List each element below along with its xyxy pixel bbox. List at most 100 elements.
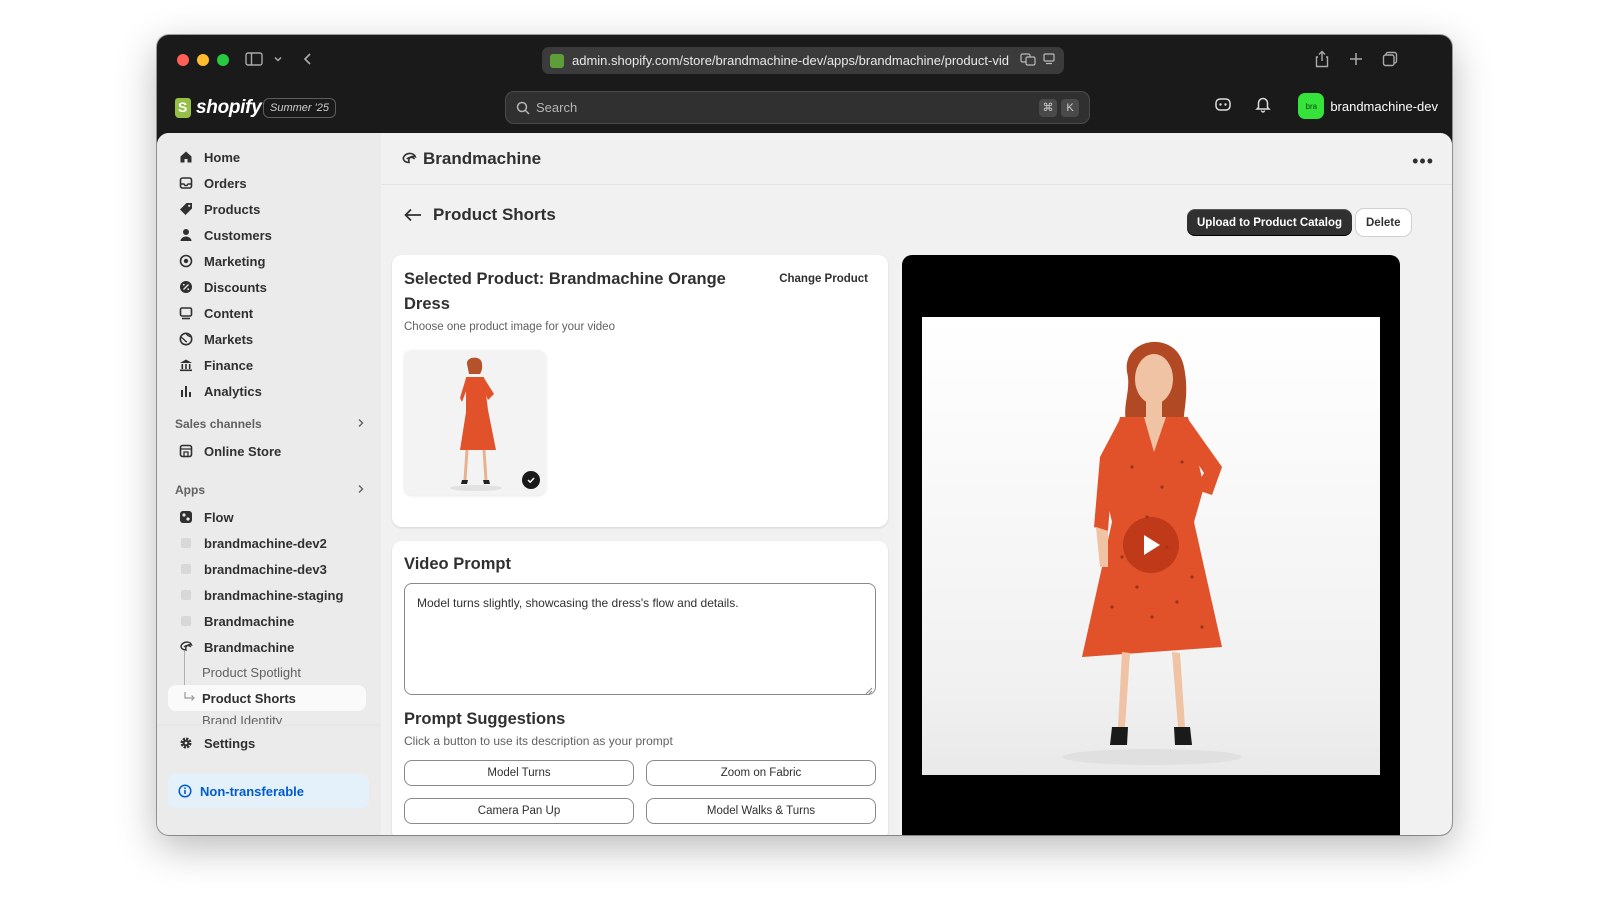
back-arrow-icon[interactable] bbox=[403, 208, 423, 222]
chevron-down-icon[interactable] bbox=[267, 48, 289, 70]
store-name[interactable]: brandmachine-dev bbox=[1330, 99, 1438, 114]
selected-check-icon bbox=[522, 471, 540, 489]
tree-branch-icon bbox=[184, 690, 196, 705]
sidebar-item-content[interactable]: Content bbox=[168, 300, 366, 326]
discount-icon bbox=[178, 279, 194, 295]
page-title: Product Shorts bbox=[433, 205, 556, 224]
play-button[interactable] bbox=[1123, 517, 1179, 573]
sidebar-item-marketing[interactable]: Marketing bbox=[168, 248, 366, 274]
video-prompt-textarea[interactable]: Model turns slightly, showcasing the dre… bbox=[404, 583, 876, 695]
selected-product-card: Selected Product: Brandmachine Orange Dr… bbox=[392, 255, 888, 527]
sidebar-toggle-icon[interactable] bbox=[243, 48, 265, 70]
minimize-window-button[interactable] bbox=[197, 54, 209, 66]
browser-toolbar: admin.shopify.com/store/brandmachine-dev… bbox=[157, 35, 1452, 83]
home-icon bbox=[178, 149, 194, 165]
sidebar-item-home[interactable]: Home bbox=[168, 144, 366, 170]
tab-overview-icon[interactable] bbox=[1379, 48, 1401, 70]
sidebar-item-product-shorts[interactable]: Product Shorts bbox=[168, 685, 366, 711]
bank-icon bbox=[178, 357, 194, 373]
resize-handle-icon[interactable] bbox=[865, 684, 873, 695]
globe-icon bbox=[178, 331, 194, 347]
window-controls bbox=[177, 54, 229, 66]
edition-badge[interactable]: Summer '25 bbox=[263, 98, 336, 118]
gear-icon bbox=[178, 735, 194, 751]
video-prompt-title: Video Prompt bbox=[404, 555, 511, 573]
sidebar-item-settings[interactable]: Settings bbox=[168, 730, 366, 756]
sidebar-item-finance[interactable]: Finance bbox=[168, 352, 366, 378]
bell-icon[interactable] bbox=[1254, 95, 1272, 118]
video-frame bbox=[922, 317, 1380, 775]
new-tab-icon[interactable] bbox=[1345, 48, 1367, 70]
sidebar: Home Orders Products Customers Marketing… bbox=[157, 133, 381, 835]
chevron-right-icon bbox=[357, 483, 365, 497]
page-header: Product Shorts bbox=[403, 205, 556, 225]
search-input[interactable]: Search ⌘ K bbox=[505, 91, 1090, 124]
apps-section[interactable]: Apps bbox=[175, 483, 365, 497]
back-icon[interactable] bbox=[297, 48, 319, 70]
content-icon bbox=[178, 305, 194, 321]
search-placeholder: Search bbox=[536, 100, 578, 115]
sidebar-item-brandmachine-dev2[interactable]: brandmachine-dev2 bbox=[168, 530, 366, 556]
share-icon[interactable] bbox=[1311, 48, 1333, 70]
prompt-suggestions-title: Prompt Suggestions bbox=[404, 710, 566, 728]
sidebar-item-customers[interactable]: Customers bbox=[168, 222, 366, 248]
product-image-hint: Choose one product image for your video bbox=[404, 321, 615, 333]
app-header: Brandmachine ••• bbox=[381, 133, 1452, 185]
delete-button[interactable]: Delete bbox=[1356, 209, 1411, 236]
sidebar-item-markets[interactable]: Markets bbox=[168, 326, 366, 352]
tag-icon bbox=[178, 201, 194, 217]
suggestion-camera-pan-up[interactable]: Camera Pan Up bbox=[404, 798, 634, 824]
sidebar-item-flow[interactable]: Flow bbox=[168, 504, 366, 530]
reader-icon[interactable] bbox=[1042, 52, 1056, 69]
search-icon bbox=[516, 101, 530, 115]
more-actions-icon[interactable]: ••• bbox=[1412, 151, 1434, 172]
prompt-suggestions-hint: Click a button to use its description as… bbox=[404, 734, 673, 748]
change-product-button[interactable]: Change Product bbox=[779, 273, 868, 285]
sidebar-item-brandmachine-active[interactable]: Brandmachine bbox=[168, 634, 366, 660]
sidebar-item-analytics[interactable]: Analytics bbox=[168, 378, 366, 404]
shopify-favicon-icon bbox=[550, 53, 564, 68]
admin-content: Home Orders Products Customers Marketing… bbox=[157, 133, 1452, 835]
shopify-bag-icon bbox=[175, 98, 191, 118]
video-prompt-card: Video Prompt Model turns slightly, showc… bbox=[392, 541, 888, 835]
sidebar-item-discounts[interactable]: Discounts bbox=[168, 274, 366, 300]
suggestion-zoom-on-fabric[interactable]: Zoom on Fabric bbox=[646, 760, 876, 786]
sidebar-scroll-divider bbox=[157, 724, 381, 728]
suggestion-model-walks-turns[interactable]: Model Walks & Turns bbox=[646, 798, 876, 824]
zoom-window-button[interactable] bbox=[217, 54, 229, 66]
suggestion-model-turns[interactable]: Model Turns bbox=[404, 760, 634, 786]
sidebar-item-products[interactable]: Products bbox=[168, 196, 366, 222]
url-text: admin.shopify.com/store/brandmachine-dev… bbox=[572, 53, 1009, 68]
product-image-thumbnail[interactable] bbox=[404, 350, 546, 495]
sidebar-item-orders[interactable]: Orders bbox=[168, 170, 366, 196]
inbox-icon bbox=[178, 175, 194, 191]
sidebar-item-online-store[interactable]: Online Store bbox=[168, 438, 366, 464]
sales-channels-section[interactable]: Sales channels bbox=[175, 417, 365, 431]
store-avatar[interactable]: bra bbox=[1298, 93, 1325, 119]
shortcut-key-k: K bbox=[1061, 98, 1079, 117]
sidekick-icon[interactable] bbox=[1214, 95, 1232, 118]
brandmachine-logo-icon bbox=[401, 151, 417, 167]
sidebar-item-brandmachine-dev3[interactable]: brandmachine-dev3 bbox=[168, 556, 366, 582]
person-icon bbox=[178, 227, 194, 243]
storefront-icon bbox=[178, 443, 194, 459]
video-preview[interactable] bbox=[902, 255, 1400, 835]
address-bar[interactable]: admin.shopify.com/store/brandmachine-dev… bbox=[542, 47, 1064, 74]
app-placeholder-icon bbox=[178, 535, 194, 551]
app-placeholder-icon bbox=[178, 561, 194, 577]
sidebar-item-brandmachine[interactable]: Brandmachine bbox=[168, 608, 366, 634]
upload-to-catalog-button[interactable]: Upload to Product Catalog bbox=[1187, 209, 1353, 236]
shopify-logo[interactable]: shopify bbox=[175, 97, 262, 119]
flow-app-icon bbox=[178, 509, 194, 525]
info-icon bbox=[178, 784, 192, 798]
sidebar-item-brandmachine-staging[interactable]: brandmachine-staging bbox=[168, 582, 366, 608]
app-placeholder-icon bbox=[178, 613, 194, 629]
app-title: Brandmachine bbox=[423, 148, 542, 168]
translate-icon[interactable] bbox=[1020, 52, 1036, 69]
close-window-button[interactable] bbox=[177, 54, 189, 66]
non-transferable-banner[interactable]: Non-transferable bbox=[168, 774, 369, 808]
sidebar-item-product-spotlight[interactable]: Product Spotlight bbox=[168, 659, 366, 685]
brandmachine-logo-icon bbox=[178, 639, 194, 655]
chevron-right-icon bbox=[357, 417, 365, 431]
target-icon bbox=[178, 253, 194, 269]
